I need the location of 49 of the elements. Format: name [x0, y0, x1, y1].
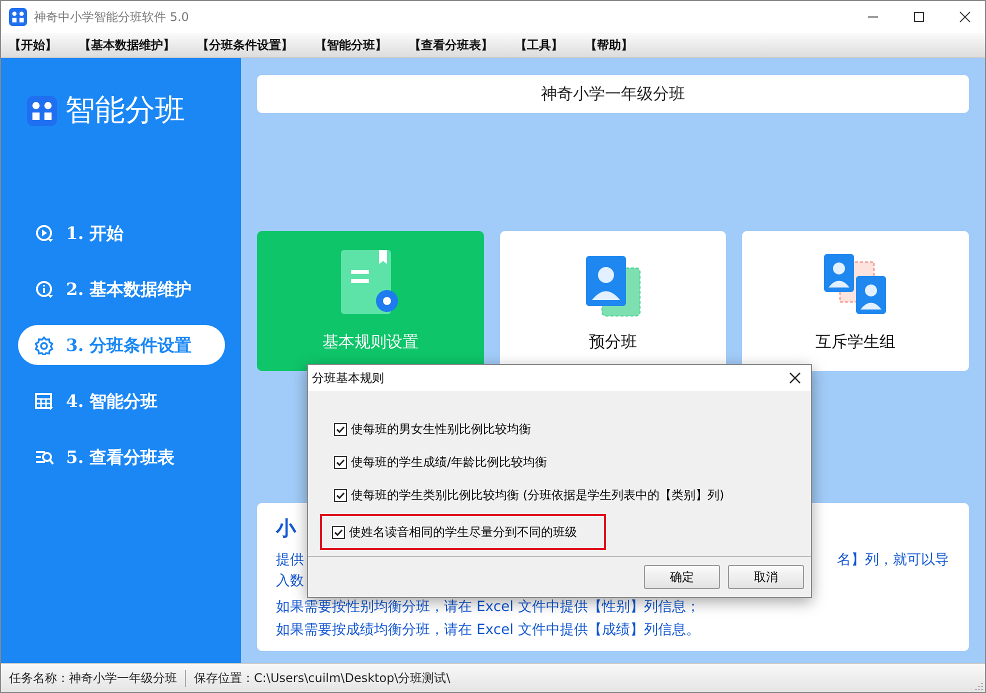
- menu-item[interactable]: 【查看分班表】: [409, 36, 493, 54]
- tip-text: 如果需要按性别均衡分班，请在 Excel 文件中提供【性别】列信息；: [276, 599, 700, 616]
- dialog-button[interactable]: 确定: [644, 565, 720, 589]
- tip-text: 提供: [276, 552, 304, 569]
- gear-icon: [35, 336, 54, 354]
- tip-text: 名】列，就可以导: [837, 552, 949, 569]
- table-icon: [35, 392, 54, 410]
- nav-item[interactable]: 5. 查看分班表: [18, 437, 225, 477]
- info-icon: [35, 280, 54, 298]
- menu-item[interactable]: 【开始】: [9, 36, 57, 54]
- card-label: 预分班: [589, 332, 637, 353]
- checkbox[interactable]: [334, 422, 347, 436]
- checkbox[interactable]: [332, 526, 345, 538]
- app-name: 智能分班: [65, 92, 185, 130]
- dialog-title: 分班基本规则: [312, 370, 384, 386]
- menu-item[interactable]: 【基本数据维护】: [79, 36, 175, 54]
- feature-card[interactable]: 互斥学生组: [742, 231, 970, 371]
- play-icon: [35, 224, 54, 242]
- app-logo-icon: [9, 8, 27, 26]
- status-text: 保存位置：C:\Users\cuilm\Desktop\分班测试\: [193, 670, 452, 686]
- menu-item[interactable]: 【分班条件设置】: [197, 36, 293, 54]
- close-icon[interactable]: [789, 372, 801, 384]
- checkbox[interactable]: [334, 456, 347, 468]
- tip-text: 入数: [276, 573, 304, 590]
- nav-item[interactable]: 3. 分班条件设置: [18, 325, 225, 365]
- nav-item[interactable]: 2. 基本数据维护: [18, 269, 225, 309]
- status-text: 任务名称：神奇小学一年级分班: [1, 670, 186, 686]
- card-label: 基本规则设置: [322, 332, 418, 353]
- resize-grip-icon: [973, 682, 983, 692]
- dialog-button[interactable]: 取消: [728, 565, 804, 589]
- menu-item[interactable]: 【帮助】: [585, 36, 633, 54]
- checkbox-label: 使每班的男女生性别比例比较均衡: [351, 420, 531, 438]
- checkbox-label: 使每班的学生类别比例比较均衡 (分班依据是学生列表中的【类别】列): [351, 486, 724, 504]
- nav-item[interactable]: 4. 智能分班: [18, 381, 225, 421]
- profile-card-icon: [584, 254, 642, 318]
- close-icon[interactable]: [959, 11, 971, 23]
- page-header: 神奇小学一年级分班: [257, 75, 969, 113]
- menu-item[interactable]: 【智能分班】: [315, 36, 387, 54]
- app-logo-icon: [27, 96, 57, 126]
- checkbox[interactable]: [334, 488, 347, 502]
- maximize-icon[interactable]: [913, 11, 925, 23]
- tip-title: 小: [276, 515, 296, 542]
- menu-item[interactable]: 【工具】: [515, 36, 563, 54]
- checkbox-label: 使每班的学生成绩/年龄比例比较均衡: [351, 454, 548, 470]
- card-label: 互斥学生组: [816, 332, 896, 353]
- checkbox-label: 使姓名读音相同的学生尽量分到不同的班级: [349, 524, 577, 540]
- nav-item[interactable]: 1. 开始: [18, 213, 225, 253]
- tip-text: 如果需要按成绩均衡分班，请在 Excel 文件中提供【成绩】列信息。: [276, 622, 700, 639]
- window-title: 神奇中小学智能分班软件 5.0: [34, 8, 189, 26]
